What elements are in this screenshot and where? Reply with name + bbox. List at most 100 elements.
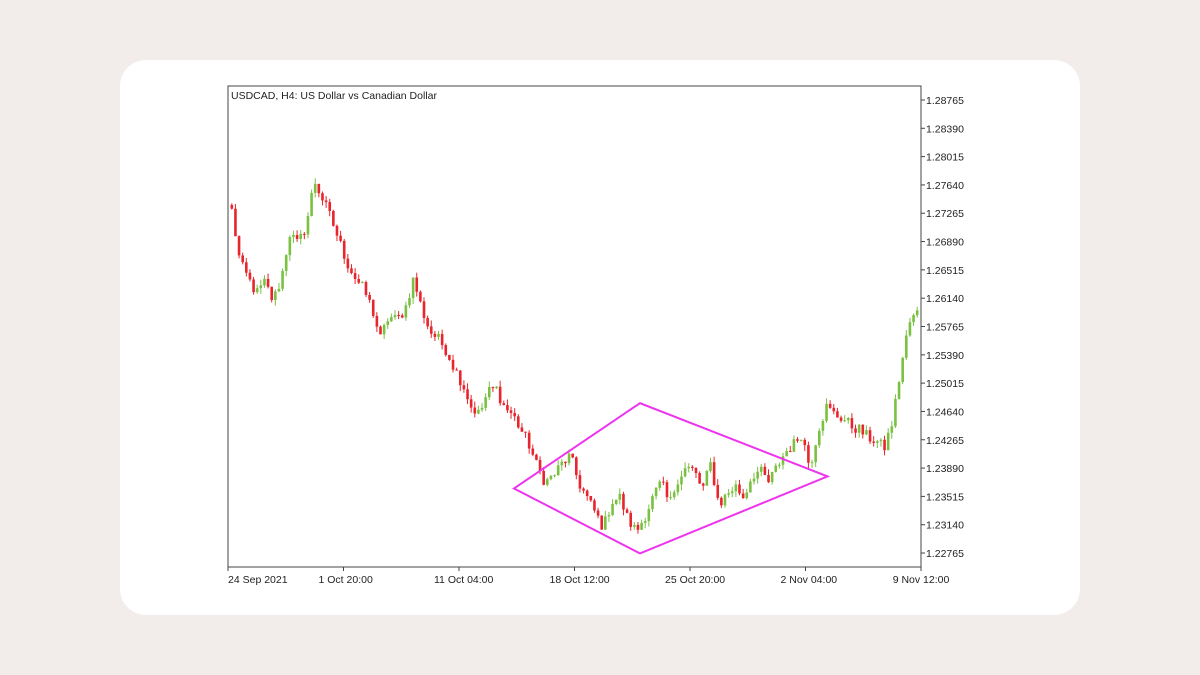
candle-bearish bbox=[578, 475, 582, 489]
candle-bullish bbox=[752, 478, 756, 482]
candle-bearish bbox=[832, 407, 836, 412]
candle-bullish bbox=[770, 471, 774, 483]
candle-bullish bbox=[382, 325, 386, 335]
candle-bullish bbox=[288, 237, 292, 256]
candle-bearish bbox=[328, 202, 332, 211]
candle-bearish bbox=[527, 432, 531, 449]
x-tick-label: 11 Oct 04:00 bbox=[434, 574, 494, 586]
candle-bullish bbox=[709, 462, 712, 471]
candle-bearish bbox=[807, 445, 810, 463]
candle-bearish bbox=[237, 236, 241, 256]
candle-bearish bbox=[415, 277, 419, 292]
candle-bullish bbox=[875, 441, 879, 443]
candle-bearish bbox=[564, 461, 567, 464]
candle-bearish bbox=[234, 208, 237, 237]
candle-bullish bbox=[546, 479, 549, 485]
chart-card: USDCAD, H4: US Dollar vs Canadian Dollar… bbox=[120, 60, 1080, 615]
y-tick-label: 1.26890 bbox=[926, 237, 964, 249]
candle-bearish bbox=[796, 439, 799, 441]
candle-bullish bbox=[901, 357, 904, 383]
candle-bearish bbox=[455, 369, 458, 371]
candle-bearish bbox=[346, 258, 350, 269]
candle-bullish bbox=[487, 386, 491, 398]
candle-bullish bbox=[310, 192, 313, 216]
y-tick-label: 1.26140 bbox=[926, 293, 964, 305]
candle-bullish bbox=[654, 487, 658, 497]
candle-bearish bbox=[448, 355, 451, 360]
candle-bullish bbox=[274, 291, 277, 300]
candle-bearish bbox=[466, 389, 469, 400]
candle-bullish bbox=[255, 288, 259, 293]
candle-bullish bbox=[817, 430, 821, 446]
candle-bullish bbox=[390, 317, 393, 322]
candle-bullish bbox=[495, 386, 498, 389]
y-tick-label: 1.27265 bbox=[926, 208, 964, 220]
y-tick-label: 1.27640 bbox=[926, 180, 964, 192]
candle-bearish bbox=[701, 483, 705, 486]
candle-bearish bbox=[720, 497, 723, 506]
candle-bullish bbox=[477, 409, 480, 414]
candle-bullish bbox=[810, 462, 814, 464]
x-tick-label: 25 Oct 20:00 bbox=[665, 574, 725, 586]
candle-bullish bbox=[484, 397, 487, 408]
candle-bearish bbox=[691, 466, 694, 469]
candle-bearish bbox=[868, 430, 872, 442]
candle-bearish bbox=[763, 466, 767, 475]
candle-bearish bbox=[596, 510, 600, 516]
y-tick-label: 1.22765 bbox=[926, 548, 964, 560]
candle-bearish bbox=[593, 500, 596, 511]
candle-bullish bbox=[658, 481, 662, 488]
candle-bearish bbox=[458, 370, 462, 386]
candle-bearish bbox=[861, 424, 865, 435]
candle-bullish bbox=[633, 524, 636, 527]
candle-bullish bbox=[756, 471, 759, 479]
candle-bullish bbox=[897, 382, 901, 399]
candle-bullish bbox=[821, 420, 825, 431]
candle-bearish bbox=[469, 399, 473, 408]
candle-bearish bbox=[571, 453, 574, 458]
candle-bullish bbox=[361, 282, 364, 284]
candle-bearish bbox=[353, 273, 357, 279]
candle-bullish bbox=[749, 481, 752, 493]
candle-bullish bbox=[785, 451, 788, 457]
candle-bearish bbox=[335, 225, 339, 236]
candle-bullish bbox=[411, 277, 415, 299]
candle-bullish bbox=[723, 494, 727, 506]
candle-bullish bbox=[259, 285, 263, 289]
candle-bearish bbox=[850, 418, 854, 429]
candle-bullish bbox=[857, 424, 861, 433]
candle-bullish bbox=[404, 305, 408, 318]
candle-bearish bbox=[368, 294, 371, 300]
candle-bullish bbox=[778, 464, 781, 466]
candle-bullish bbox=[745, 492, 749, 499]
candle-bullish bbox=[292, 235, 295, 238]
candle-bearish bbox=[364, 282, 368, 295]
candle-bearish bbox=[575, 457, 578, 476]
candle-bearish bbox=[433, 333, 437, 337]
y-tick-label: 1.24265 bbox=[926, 435, 964, 447]
candle-bearish bbox=[839, 417, 843, 421]
candle-bullish bbox=[299, 233, 303, 240]
candle-bullish bbox=[604, 516, 607, 530]
candle-bearish bbox=[350, 268, 353, 274]
candle-bullish bbox=[408, 298, 411, 306]
candle-bearish bbox=[303, 233, 306, 235]
candle-bullish bbox=[799, 439, 803, 441]
candle-bullish bbox=[687, 466, 691, 469]
y-tick-label: 1.25765 bbox=[926, 322, 964, 334]
candle-bearish bbox=[342, 240, 346, 259]
candle-bullish bbox=[890, 426, 894, 433]
candle-bearish bbox=[451, 359, 455, 370]
y-tick-label: 1.28015 bbox=[926, 152, 964, 164]
candle-bullish bbox=[393, 314, 397, 318]
candle-bullish bbox=[774, 465, 778, 472]
candle-bearish bbox=[836, 411, 839, 418]
candle-bearish bbox=[589, 495, 593, 501]
candle-bearish bbox=[600, 515, 603, 530]
candle-bearish bbox=[317, 183, 321, 194]
candle-bullish bbox=[306, 215, 310, 235]
candle-bearish bbox=[828, 403, 832, 408]
candle-bullish bbox=[759, 466, 763, 472]
candle-bearish bbox=[419, 291, 422, 302]
candle-bearish bbox=[520, 427, 524, 432]
